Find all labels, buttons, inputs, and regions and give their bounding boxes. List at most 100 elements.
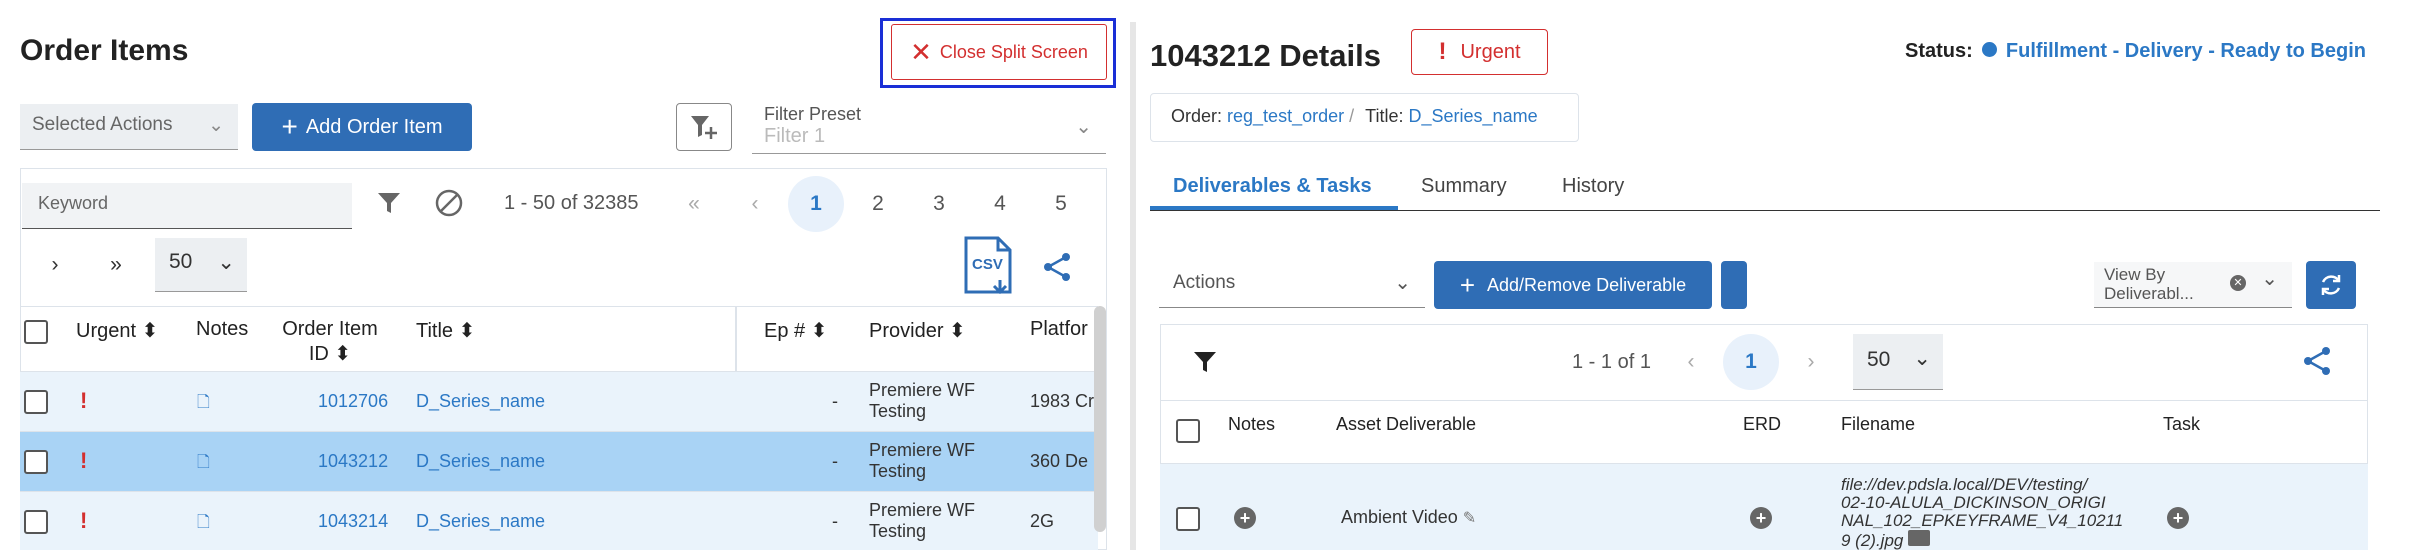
row-checkbox[interactable] <box>24 450 48 474</box>
share-icon[interactable] <box>2302 346 2332 381</box>
select-all-checkbox[interactable] <box>1176 419 1200 443</box>
add-note-icon[interactable]: + <box>1234 507 1256 529</box>
col-task: Task <box>2163 414 2201 434</box>
order-item-id[interactable]: 1043214 <box>318 511 388 532</box>
add-order-item-label: Add Order Item <box>305 115 443 138</box>
selected-actions-select[interactable]: Selected Actions ⌄ <box>20 104 238 150</box>
tab-summary[interactable]: Summary <box>1421 175 1507 198</box>
clear-icon[interactable]: ✕ <box>2230 275 2246 291</box>
select-all-checkbox[interactable] <box>24 320 48 344</box>
view-by-label: View By <box>2104 265 2166 284</box>
add-order-item-button[interactable]: + Add Order Item <box>252 103 472 151</box>
col-provider[interactable]: Provider ⬍ <box>869 318 966 343</box>
row-checkbox[interactable] <box>24 390 48 414</box>
note-icon[interactable]: 🗋 <box>197 391 210 418</box>
add-task-icon[interactable]: + <box>2167 507 2189 529</box>
status-label: Status: <box>1905 40 1973 62</box>
page-4-button[interactable]: 4 <box>972 176 1028 232</box>
chevron-down-icon: ⌄ <box>2261 268 2278 290</box>
urgent-icon: ! <box>80 508 88 533</box>
row-provider: Premiere WF Testing <box>869 380 976 421</box>
row-title[interactable]: D_Series_name <box>416 511 545 532</box>
actions-select[interactable]: Actions ⌄ <box>1159 262 1425 308</box>
details-title: 1043212 Details <box>1150 38 1381 73</box>
last-page-button[interactable]: » <box>88 237 144 293</box>
row-platform: 2G <box>1030 511 1055 531</box>
split-divider[interactable] <box>1130 22 1136 550</box>
close-split-label: Close Split Screen <box>939 41 1088 62</box>
page-5-button[interactable]: 5 <box>1033 176 1089 232</box>
folder-icon[interactable] <box>1908 530 1931 546</box>
urgent-badge: ! Urgent <box>1411 29 1548 75</box>
table-row[interactable]: ! 🗋 1043212 D_Series_name - Premiere WF T… <box>20 432 1098 492</box>
col-urgent[interactable]: Urgent ⬍ <box>76 318 158 343</box>
close-split-screen-button[interactable]: ✕ Close Split Screen <box>891 24 1107 80</box>
page-size-select[interactable]: 50 ⌄ <box>1853 334 1943 390</box>
title-label: Title: <box>1365 106 1404 126</box>
filter-icon[interactable] <box>1192 349 1218 380</box>
row-checkbox[interactable] <box>24 510 48 534</box>
refresh-button[interactable] <box>2306 261 2356 309</box>
filter-preset-placeholder: Filter 1 <box>764 125 826 147</box>
tab-history[interactable]: History <box>1562 175 1624 198</box>
page-size-value: 50 <box>1867 348 1891 371</box>
grid-scrollbar[interactable] <box>1094 306 1106 532</box>
close-icon: ✕ <box>910 36 932 67</box>
urgent-icon: ! <box>80 448 88 473</box>
filename: file://dev.pdsla.local/DEV/testing/ 02-1… <box>1841 476 2124 550</box>
note-icon[interactable]: 🗋 <box>197 451 210 478</box>
tab-deliverables-tasks[interactable]: Deliverables & Tasks <box>1173 175 1372 198</box>
page-1-button[interactable]: 1 <box>1723 334 1779 390</box>
order-item-id[interactable]: 1043212 <box>318 451 388 472</box>
first-page-button[interactable]: « <box>666 176 722 232</box>
row-checkbox[interactable] <box>1176 507 1200 531</box>
status: Status: Fulfillment - Delivery - Ready t… <box>1905 40 2366 63</box>
note-icon[interactable]: 🗋 <box>197 511 210 538</box>
filter-add-button[interactable] <box>676 103 732 151</box>
breadcrumb-separator: / <box>1349 106 1355 126</box>
share-icon[interactable] <box>1042 252 1072 287</box>
col-ep[interactable]: Ep # ⬍ <box>764 318 827 343</box>
chevron-down-icon: ⌄ <box>1394 272 1411 294</box>
prev-page-button[interactable]: ‹ <box>1663 334 1719 390</box>
filter-preset-select[interactable]: Filter Preset Filter 1 ⌄ <box>752 104 1106 154</box>
sort-icon: ⬍ <box>810 320 828 342</box>
selected-actions-label: Selected Actions <box>32 114 173 135</box>
filter-icon[interactable] <box>376 190 402 221</box>
table-row[interactable]: ! 🗋 1043214 D_Series_name - Premiere WF T… <box>20 492 1098 550</box>
col-order-item-id[interactable]: Order Item ID ⬍ <box>275 318 385 366</box>
row-title[interactable]: D_Series_name <box>416 391 545 412</box>
next-page-button[interactable]: › <box>1783 334 1839 390</box>
csv-export-icon[interactable]: CSV <box>962 236 1014 299</box>
col-title[interactable]: Title ⬍ <box>416 318 475 343</box>
page-2-button[interactable]: 2 <box>850 176 906 232</box>
add-erd-icon[interactable]: + <box>1750 507 1772 529</box>
title-link[interactable]: D_Series_name <box>1409 106 1538 126</box>
view-by-select[interactable]: View By Deliverabl... ✕ ⌄ <box>2094 262 2292 308</box>
row-title[interactable]: D_Series_name <box>416 451 545 472</box>
clear-filter-icon[interactable] <box>434 188 464 223</box>
page-size-value: 50 <box>169 250 193 273</box>
row-provider: Premiere WF Testing <box>869 500 976 541</box>
col-notes: Notes <box>1228 414 1276 434</box>
page-1-button[interactable]: 1 <box>788 176 844 232</box>
table-row[interactable]: ! 🗋 1012706 D_Series_name - Premiere WF T… <box>20 372 1098 432</box>
refresh-icon <box>2321 275 2341 295</box>
csv-label: CSV <box>972 256 1003 273</box>
filter-plus-icon <box>691 116 717 139</box>
page-3-button[interactable]: 3 <box>911 176 967 232</box>
prev-page-button[interactable]: ‹ <box>727 176 783 232</box>
pencil-icon[interactable]: ✎ <box>1463 510 1476 527</box>
chevron-down-icon: ⌄ <box>1075 116 1092 138</box>
row-platform: 1983 Cr <box>1030 391 1095 411</box>
add-remove-deliverable-button[interactable]: + Add/Remove Deliverable <box>1434 261 1712 309</box>
order-link[interactable]: reg_test_order <box>1227 106 1344 126</box>
order-item-id[interactable]: 1012706 <box>318 391 388 412</box>
keyword-input[interactable]: Keyword <box>22 183 352 229</box>
more-button[interactable] <box>1721 261 1747 309</box>
add-remove-label: Add/Remove Deliverable <box>1487 274 1687 295</box>
next-page-button[interactable]: › <box>27 237 83 293</box>
asset-deliverable-name: Ambient Video ✎ <box>1341 507 1477 527</box>
page-size-select[interactable]: 50 ⌄ <box>155 238 247 292</box>
exclamation-icon: ! <box>1438 38 1447 65</box>
